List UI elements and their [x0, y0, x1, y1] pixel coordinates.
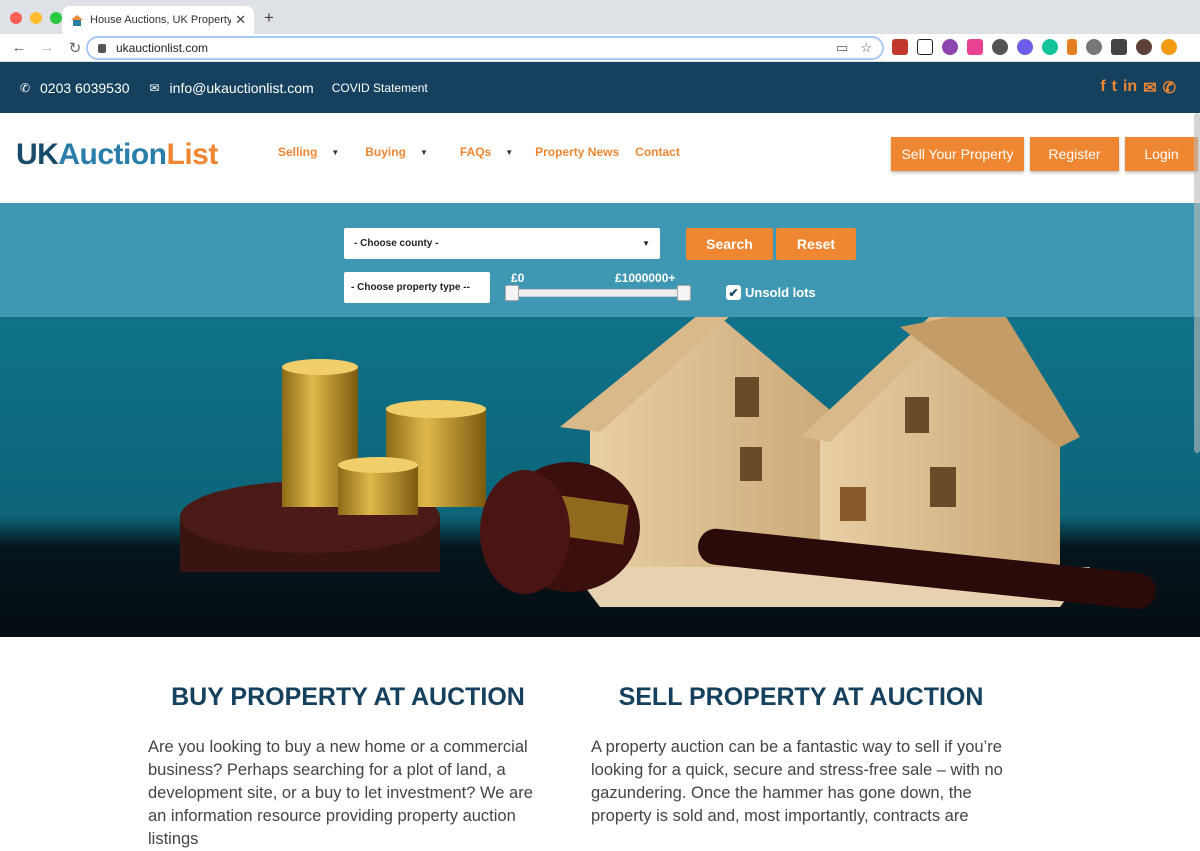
house-favicon-icon — [70, 14, 84, 26]
extension-icon[interactable] — [1086, 39, 1102, 55]
browser-tab[interactable]: House Auctions, UK Property A ✕ — [62, 6, 254, 34]
site-header: UKAuctionList Selling ▼ Buying ▼ FAQs ▼ Pro… — [0, 113, 1200, 203]
nav-label: Property News — [535, 145, 620, 159]
minimize-window-button[interactable] — [30, 12, 42, 24]
phone-icon: ✆ — [19, 80, 31, 95]
login-button[interactable]: Login — [1125, 137, 1198, 171]
lock-icon — [98, 43, 106, 53]
nav-faqs[interactable]: FAQs ▼ — [460, 145, 513, 159]
search-button[interactable]: Search — [686, 228, 773, 260]
buy-heading: BUY PROPERTY AT AUCTION — [171, 683, 525, 711]
caret-down-icon: ▼ — [505, 147, 514, 157]
social-links: f t in ✉ ✆ — [1100, 78, 1176, 98]
reload-icon[interactable]: ↻ — [66, 39, 84, 57]
browser-tab-bar: House Auctions, UK Property A ✕ + — [0, 0, 1200, 34]
nav-label: Buying — [365, 145, 406, 159]
price-max-handle[interactable] — [677, 285, 691, 301]
property-type-select-value: - Choose property type -- — [351, 282, 470, 293]
forward-icon[interactable]: → — [38, 39, 56, 56]
hero-image — [0, 317, 1200, 637]
grammarly-icon[interactable] — [1042, 39, 1058, 55]
close-window-button[interactable] — [10, 12, 22, 24]
window-controls — [10, 12, 62, 24]
avatar[interactable] — [1136, 39, 1152, 55]
logo-auction: Auction — [58, 138, 167, 171]
browser-toolbar: ← → ↻ ukauctionlist.com ▭ ☆ — [0, 34, 1200, 62]
sell-heading: SELL PROPERTY AT AUCTION — [618, 683, 984, 711]
page-scrollbar[interactable] — [1194, 113, 1200, 453]
county-select[interactable]: - Choose county - ▼ — [344, 228, 660, 259]
county-select-value: - Choose county - — [354, 238, 439, 249]
address-bar[interactable]: ukauctionlist.com ▭ ☆ — [86, 36, 884, 60]
checkmark-icon: ✔ — [726, 285, 741, 300]
close-tab-icon[interactable]: ✕ — [235, 12, 246, 28]
sell-text: A property auction can be a fantastic wa… — [591, 738, 1003, 825]
extension-icon[interactable] — [892, 39, 908, 55]
nav-buying[interactable]: Buying ▼ — [365, 145, 428, 159]
header-buttons: Sell Your Property Register Login — [891, 137, 1198, 171]
mail-icon[interactable]: ✉ — [1143, 78, 1156, 98]
sell-your-property-button[interactable]: Sell Your Property — [891, 137, 1024, 171]
cast-icon[interactable]: ▭ — [836, 40, 848, 56]
extension-icon[interactable] — [942, 39, 958, 55]
new-tab-icon[interactable]: + — [264, 8, 274, 28]
url-text: ukauctionlist.com — [116, 41, 209, 55]
chevron-down-icon: ▼ — [642, 239, 650, 248]
twitter-icon[interactable]: t — [1112, 78, 1117, 98]
email-contact[interactable]: ✉ info@ukauctionlist.com — [148, 80, 314, 96]
nav-label: Selling — [278, 145, 318, 159]
caret-down-icon: ▼ — [419, 147, 428, 157]
nav-label: FAQs — [459, 145, 492, 159]
nav-selling[interactable]: Selling ▼ — [278, 145, 339, 159]
sell-column: SELL PROPERTY AT AUCTION A property auct… — [591, 683, 1011, 828]
extension-icon[interactable] — [1067, 39, 1077, 55]
puzzle-icon[interactable] — [1111, 39, 1127, 55]
nav-contact[interactable]: Contact — [635, 145, 680, 159]
tab-title: House Auctions, UK Property A — [90, 14, 232, 26]
search-panel: - Choose county - ▼ Search Reset - Choos… — [0, 203, 1200, 317]
price-max-label: £1000000+ — [615, 271, 676, 285]
covid-statement-link[interactable]: COVID Statement — [332, 81, 428, 95]
extension-icon[interactable] — [1017, 39, 1033, 55]
nav-property-news[interactable]: Property News — [535, 145, 619, 159]
phone-number: 0203 6039530 — [40, 79, 130, 96]
logo-uk: UK — [16, 138, 59, 171]
mail-icon: ✉ — [149, 80, 160, 95]
phone-icon[interactable]: ✆ — [1163, 78, 1176, 98]
contact-bar: ✆ 0203 6039530 ✉ info@ukauctionlist.com … — [0, 62, 1200, 113]
auction-house-gavel-illustration — [180, 317, 1156, 610]
extension-icons — [892, 39, 1177, 55]
extension-icon[interactable] — [967, 39, 983, 55]
price-min-label: £0 — [511, 271, 525, 285]
extension-icon[interactable] — [917, 39, 933, 55]
price-min-handle[interactable] — [505, 285, 519, 301]
bookmark-star-icon[interactable]: ☆ — [860, 40, 872, 56]
logo-list: List — [166, 138, 219, 171]
price-range-slider[interactable] — [505, 285, 691, 301]
linkedin-icon[interactable]: in — [1123, 78, 1137, 98]
extension-icon[interactable] — [1161, 39, 1177, 55]
register-button[interactable]: Register — [1030, 137, 1119, 171]
property-type-select[interactable]: - Choose property type -- — [344, 272, 490, 303]
caret-down-icon: ▼ — [331, 147, 340, 157]
back-icon[interactable]: ← — [10, 39, 28, 56]
unsold-lots-checkbox[interactable]: ✔ Unsold lots — [726, 285, 816, 300]
facebook-icon[interactable]: f — [1100, 78, 1105, 98]
unsold-lots-label: Unsold lots — [745, 285, 816, 300]
phone-contact[interactable]: ✆ 0203 6039530 — [18, 80, 130, 96]
buy-column: BUY PROPERTY AT AUCTION Are you looking … — [148, 683, 548, 851]
nav-label: Contact — [635, 145, 680, 159]
maximize-window-button[interactable] — [50, 12, 62, 24]
main-nav: Selling ▼ Buying ▼ FAQs ▼ Property News Con… — [278, 145, 702, 159]
buy-text: Are you looking to buy a new home or a c… — [148, 738, 533, 848]
reset-button[interactable]: Reset — [776, 228, 856, 260]
site-logo[interactable]: UKAuctionList — [16, 138, 218, 172]
extension-icon[interactable] — [992, 39, 1008, 55]
intro-section: BUY PROPERTY AT AUCTION Are you looking … — [0, 637, 1200, 848]
email-address: info@ukauctionlist.com — [169, 79, 314, 96]
